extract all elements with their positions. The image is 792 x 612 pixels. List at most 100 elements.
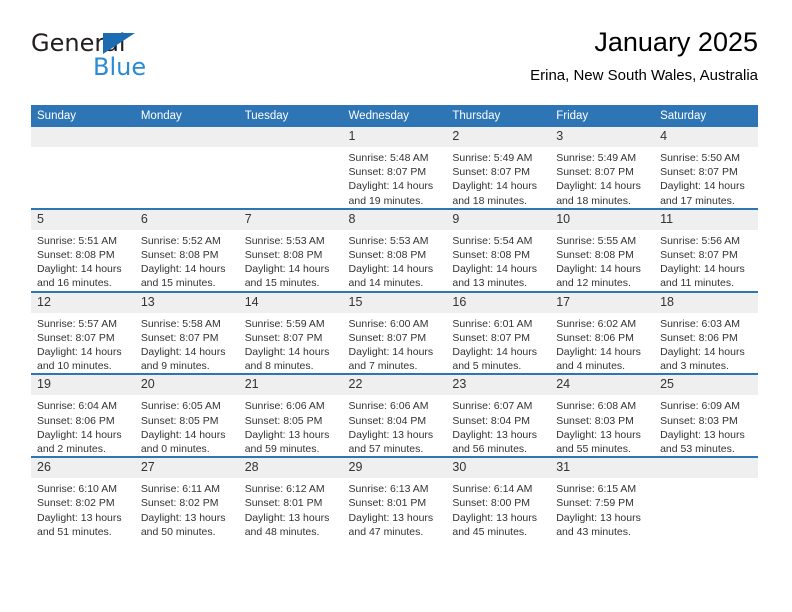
calendar-day-cell[interactable]: 3 Sunrise: 5:49 AM Sunset: 8:07 PM Daylight…	[550, 127, 655, 209]
sunset-text: Sunset: 8:03 PM	[660, 414, 738, 427]
sunset-text: Sunset: 8:08 PM	[348, 249, 427, 262]
sunset-text: Sunset: 8:08 PM	[452, 249, 531, 262]
sunrise-text: Sunrise: 5:53 AM	[348, 234, 429, 247]
calendar-day-cell[interactable]: 8 Sunrise: 5:53 AM Sunset: 8:08 PM Daylight…	[342, 207, 447, 292]
daylight-text-line2: and 5 minutes.	[452, 360, 522, 373]
calendar-day-cell[interactable]: 28 Sunrise: 6:12 AM Sunset: 8:01 PM Dayligh…	[238, 456, 343, 540]
day-details: Sunrise: 5:49 AM Sunset: 8:07 PM Daylight:…	[550, 147, 654, 208]
daylight-text-line1: Daylight: 14 hours	[140, 428, 226, 441]
daylight-text-line2: and 18 minutes.	[556, 194, 631, 207]
daylight-text-line2: and 18 minutes.	[452, 194, 528, 207]
day-number: 12	[31, 292, 135, 313]
weekday-header-friday: Friday	[550, 105, 655, 127]
calendar-day-cell[interactable]: 22 Sunrise: 6:06 AM Sunset: 8:04 PM Dayligh…	[342, 373, 447, 458]
day-number: 29	[342, 458, 447, 479]
calendar-day-cell[interactable]: 30 Sunrise: 6:14 AM Sunset: 8:00 PM Dayligh…	[446, 456, 551, 540]
daylight-text-line1: Daylight: 13 hours	[452, 511, 538, 524]
sunset-text: Sunset: 8:01 PM	[348, 497, 427, 510]
calendar-week-row: 12 Sunrise: 5:57 AM Sunset: 8:07 PM Dayligh…	[31, 290, 758, 375]
daylight-text-line2: and 50 minutes.	[140, 525, 216, 538]
calendar-day-cell[interactable]: 14 Sunrise: 5:59 AM Sunset: 8:07 PM Dayligh…	[238, 290, 343, 375]
daylight-text-line1: Daylight: 13 hours	[37, 511, 122, 524]
calendar-day-cell[interactable]: 19 Sunrise: 6:04 AM Sunset: 8:06 PM Dayligh…	[31, 373, 135, 458]
sunset-text: Sunset: 8:06 PM	[556, 331, 634, 344]
day-details: Sunrise: 5:56 AM Sunset: 8:07 PM Daylight:…	[654, 230, 758, 291]
sunrise-text: Sunrise: 5:53 AM	[244, 234, 325, 247]
sunrise-text: Sunrise: 6:14 AM	[452, 483, 533, 496]
calendar-day-cell[interactable]: 16 Sunrise: 6:01 AM Sunset: 8:07 PM Dayligh…	[446, 290, 551, 375]
day-number	[31, 127, 135, 147]
calendar-day-cell[interactable]: 31 Sunrise: 6:15 AM Sunset: 7:59 PM Dayligh…	[550, 456, 655, 540]
day-number	[134, 127, 239, 147]
day-number: 19	[31, 375, 135, 396]
general-blue-logo[interactable]: General Blue	[31, 30, 261, 80]
calendar-day-cell[interactable]: 6 Sunrise: 5:52 AM Sunset: 8:08 PM Daylight…	[134, 207, 239, 292]
daylight-text-line1: Daylight: 13 hours	[244, 428, 330, 441]
calendar-day-cell[interactable]: 18 Sunrise: 6:03 AM Sunset: 8:06 PM Dayligh…	[654, 290, 758, 375]
sunset-text: Sunset: 8:06 PM	[37, 414, 115, 427]
calendar-day-cell[interactable]: 26 Sunrise: 6:10 AM Sunset: 8:02 PM Dayligh…	[31, 456, 135, 540]
daylight-text-line2: and 4 minutes.	[556, 360, 626, 373]
daylight-text-line2: and 53 minutes.	[660, 443, 735, 456]
calendar-day-cell[interactable]: 21 Sunrise: 6:06 AM Sunset: 8:05 PM Dayligh…	[238, 373, 343, 458]
sunrise-text: Sunrise: 6:08 AM	[556, 400, 637, 413]
sunset-text: Sunset: 8:08 PM	[244, 249, 323, 262]
title-block: January 2025 Erina, New South Wales, Aus…	[530, 26, 758, 86]
calendar-day-cell[interactable]: 4 Sunrise: 5:50 AM Sunset: 8:07 PM Daylight…	[654, 127, 758, 209]
day-details: Sunrise: 5:55 AM Sunset: 8:08 PM Daylight:…	[550, 230, 654, 291]
sunset-text: Sunset: 8:02 PM	[37, 497, 115, 510]
day-details: Sunrise: 5:53 AM Sunset: 8:08 PM Daylight:…	[239, 230, 343, 291]
calendar-day-cell[interactable]: 1 Sunrise: 5:48 AM Sunset: 8:07 PM Daylight…	[342, 127, 447, 209]
sunrise-text: Sunrise: 6:03 AM	[660, 317, 741, 330]
calendar-day-cell[interactable]: 24 Sunrise: 6:08 AM Sunset: 8:03 PM Dayligh…	[550, 373, 655, 458]
weekday-header-tuesday: Tuesday	[238, 105, 343, 127]
daylight-text-line1: Daylight: 13 hours	[140, 511, 226, 524]
calendar-day-cell[interactable]: 27 Sunrise: 6:11 AM Sunset: 8:02 PM Dayligh…	[134, 456, 239, 540]
day-number: 9	[446, 209, 551, 230]
weekday-header-monday: Monday	[134, 105, 239, 127]
day-number: 25	[654, 375, 758, 396]
day-number: 21	[238, 375, 343, 396]
sunrise-text: Sunrise: 5:51 AM	[37, 234, 117, 247]
calendar-day-cell[interactable]: 25 Sunrise: 6:09 AM Sunset: 8:03 PM Dayligh…	[654, 373, 758, 458]
calendar-day-cell[interactable]: 10 Sunrise: 5:55 AM Sunset: 8:08 PM Dayligh…	[550, 207, 655, 292]
sunset-text: Sunset: 8:07 PM	[37, 331, 115, 344]
calendar-day-cell[interactable]: 11 Sunrise: 5:56 AM Sunset: 8:07 PM Dayligh…	[654, 207, 758, 292]
day-details: Sunrise: 6:05 AM Sunset: 8:05 PM Daylight:…	[135, 395, 239, 456]
weekday-header-sunday: Sunday	[31, 105, 135, 127]
calendar-day-cell[interactable]: 5 Sunrise: 5:51 AM Sunset: 8:08 PM Daylight…	[31, 207, 135, 292]
calendar-cell-empty	[134, 127, 239, 209]
daylight-text-line2: and 15 minutes.	[140, 277, 216, 290]
calendar-day-cell[interactable]: 29 Sunrise: 6:13 AM Sunset: 8:01 PM Dayligh…	[342, 456, 447, 540]
day-details: Sunrise: 5:50 AM Sunset: 8:07 PM Daylight:…	[654, 147, 758, 208]
calendar-day-cell[interactable]: 13 Sunrise: 5:58 AM Sunset: 8:07 PM Dayligh…	[134, 290, 239, 375]
sunrise-text: Sunrise: 6:09 AM	[660, 400, 741, 413]
calendar-day-cell[interactable]: 17 Sunrise: 6:02 AM Sunset: 8:06 PM Dayligh…	[550, 290, 655, 375]
sunset-text: Sunset: 7:59 PM	[556, 497, 634, 510]
day-details: Sunrise: 6:07 AM Sunset: 8:04 PM Daylight:…	[446, 395, 550, 456]
daylight-text-line1: Daylight: 14 hours	[140, 263, 226, 276]
calendar-day-cell[interactable]: 23 Sunrise: 6:07 AM Sunset: 8:04 PM Dayligh…	[446, 373, 551, 458]
sunset-text: Sunset: 8:07 PM	[244, 331, 323, 344]
calendar-day-cell[interactable]: 20 Sunrise: 6:05 AM Sunset: 8:05 PM Dayligh…	[134, 373, 239, 458]
day-number	[654, 458, 758, 479]
sunset-text: Sunset: 8:02 PM	[140, 497, 219, 510]
daylight-text-line2: and 10 minutes.	[37, 360, 112, 373]
sunrise-text: Sunrise: 5:57 AM	[37, 317, 117, 330]
calendar-day-cell[interactable]: 2 Sunrise: 5:49 AM Sunset: 8:07 PM Daylight…	[446, 127, 551, 209]
sunrise-text: Sunrise: 6:07 AM	[452, 400, 533, 413]
calendar-day-cell[interactable]: 15 Sunrise: 6:00 AM Sunset: 8:07 PM Dayligh…	[342, 290, 447, 375]
calendar-day-cell[interactable]: 9 Sunrise: 5:54 AM Sunset: 8:08 PM Daylight…	[446, 207, 551, 292]
calendar-week-row: 5 Sunrise: 5:51 AM Sunset: 8:08 PM Daylight…	[31, 207, 758, 292]
calendar-week-row: 1 Sunrise: 5:48 AM Sunset: 8:07 PM Daylight…	[31, 127, 758, 209]
daylight-text-line1: Daylight: 14 hours	[37, 346, 122, 359]
day-details: Sunrise: 6:06 AM Sunset: 8:05 PM Daylight:…	[239, 395, 343, 456]
daylight-text-line2: and 3 minutes.	[660, 360, 729, 373]
daylight-text-line1: Daylight: 14 hours	[452, 180, 538, 193]
day-details: Sunrise: 6:01 AM Sunset: 8:07 PM Daylight:…	[446, 313, 550, 374]
calendar-day-cell[interactable]: 12 Sunrise: 5:57 AM Sunset: 8:07 PM Dayligh…	[31, 290, 135, 375]
calendar-day-cell[interactable]: 7 Sunrise: 5:53 AM Sunset: 8:08 PM Daylight…	[238, 207, 343, 292]
page-header: General Blue January 2025 Erina, New Sou…	[0, 0, 792, 84]
daylight-text-line1: Daylight: 14 hours	[140, 346, 226, 359]
sunrise-text: Sunrise: 6:11 AM	[140, 483, 221, 496]
